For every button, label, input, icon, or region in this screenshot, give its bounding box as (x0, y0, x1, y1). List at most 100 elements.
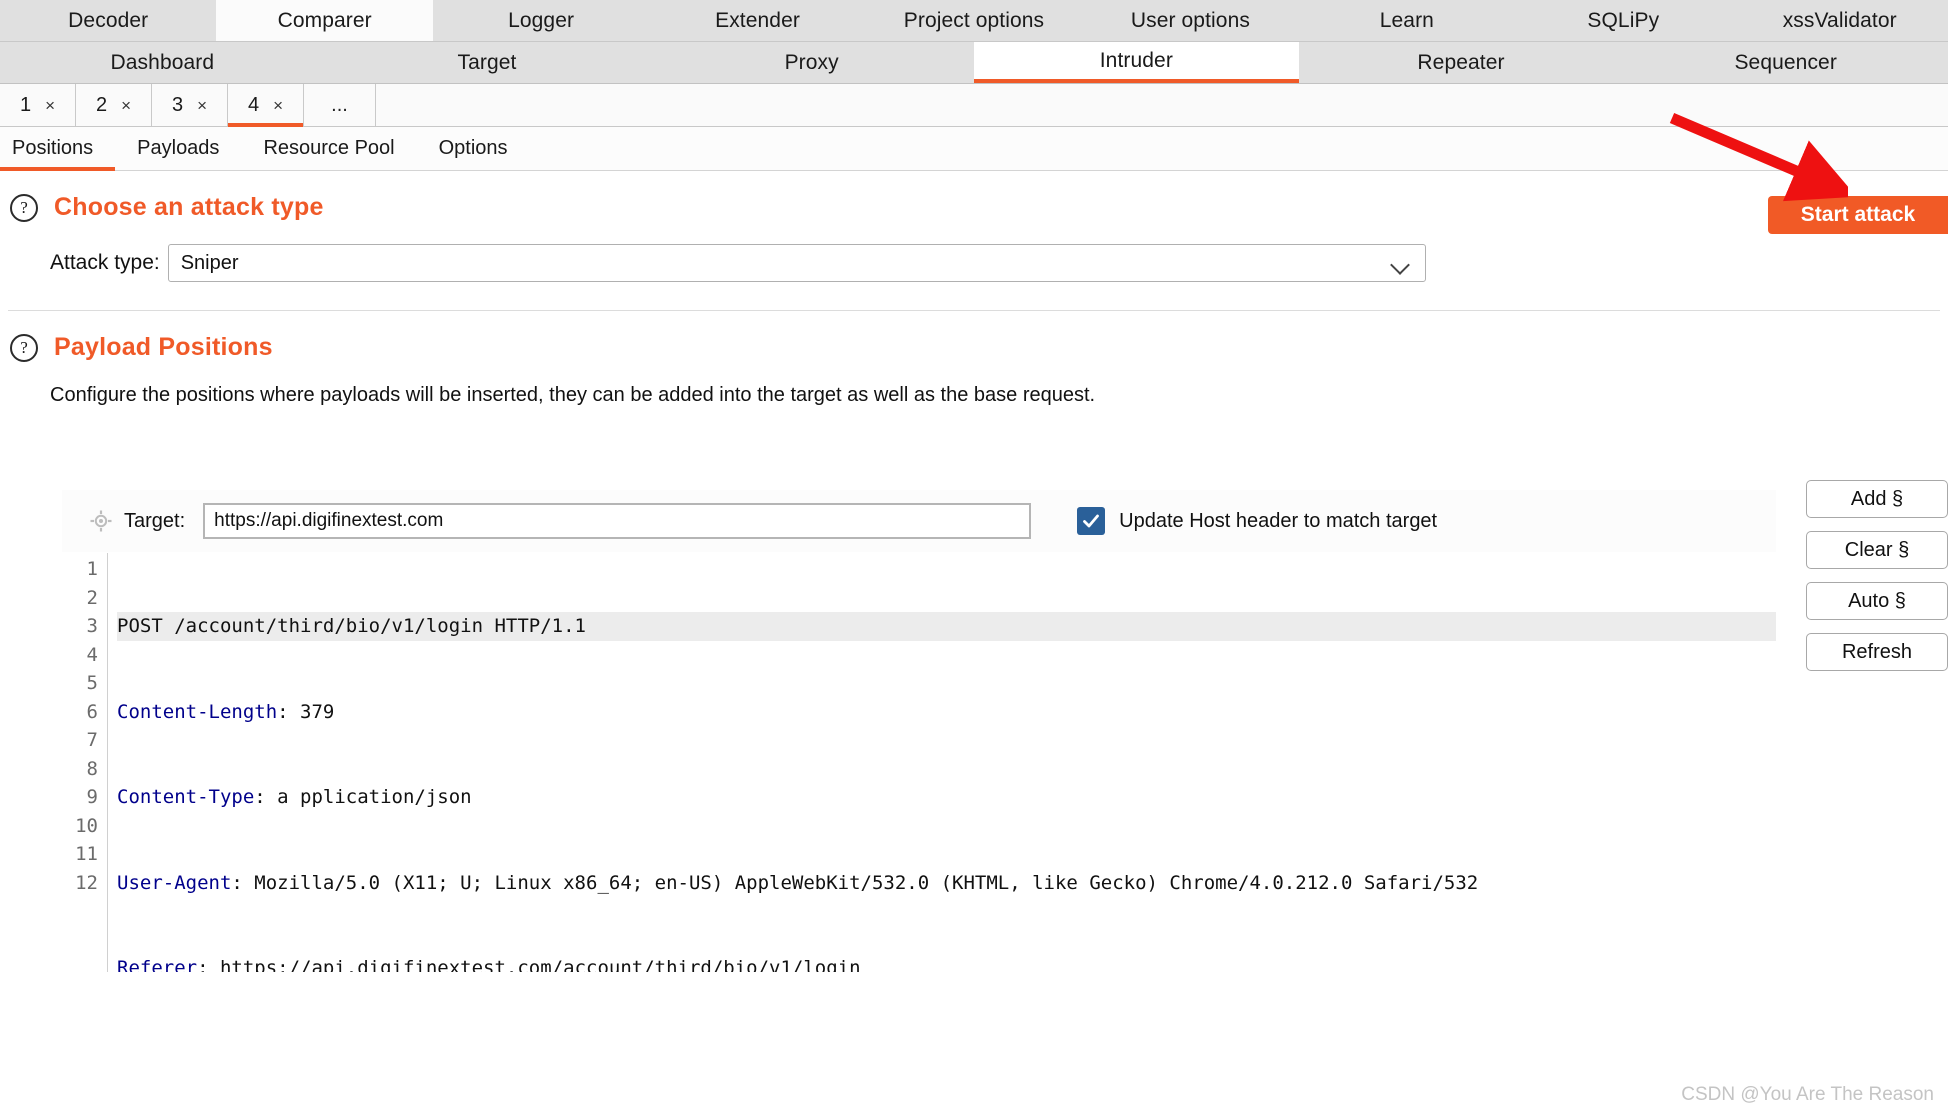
tab-payloads[interactable]: Payloads (115, 127, 241, 170)
intruder-sub-tab-bar: Positions Payloads Resource Pool Options (0, 127, 1948, 171)
tab-label: Resource Pool (263, 137, 395, 159)
menu-item-label: Proxy (784, 50, 839, 74)
menu-item-label: Sequencer (1734, 50, 1837, 74)
update-host-header-checkbox[interactable] (1077, 507, 1106, 535)
refresh-button[interactable]: Refresh (1806, 633, 1948, 671)
attack-tab-2[interactable]: 2 × (76, 84, 152, 126)
payload-positions-section-header: ? Payload Positions (0, 311, 1948, 362)
menu-item-extender[interactable]: Extender (649, 0, 865, 41)
menu-item-label: Repeater (1417, 50, 1505, 74)
header-name: Referer (117, 957, 198, 972)
line-number: 9 (86, 786, 98, 808)
menu-item-label: Learn (1379, 8, 1434, 32)
auto-payload-markers-button[interactable]: Auto § (1806, 582, 1948, 620)
menu-item-target[interactable]: Target (325, 42, 650, 83)
attack-tab-4[interactable]: 4 × (228, 84, 304, 127)
menu-item-project-options[interactable]: Project options (866, 0, 1082, 41)
attack-type-select[interactable]: Sniper (167, 244, 1426, 282)
code-text: POST /account/third/bio/v1/login HTTP/1.… (117, 615, 586, 637)
target-bar: Target: Update Host header to match targ… (62, 490, 1776, 552)
clear-payload-markers-button[interactable]: Clear § (1806, 531, 1948, 569)
menu-item-xssvalidator[interactable]: xssValidator (1732, 0, 1948, 41)
target-label: Target: (124, 509, 186, 532)
tab-resource-pool[interactable]: Resource Pool (241, 127, 416, 170)
close-icon[interactable]: × (273, 97, 283, 114)
attack-tab-1[interactable]: 1 × (0, 84, 76, 126)
line-number: 11 (75, 843, 98, 865)
header-value: : https://api.digifinextest.com/account/… (197, 957, 861, 972)
menu-item-learn[interactable]: Learn (1299, 0, 1515, 41)
menu-item-label: Logger (508, 8, 575, 32)
attack-tab-more-button[interactable]: ... (304, 84, 376, 126)
help-icon[interactable]: ? (10, 193, 38, 222)
menu-item-comparer[interactable]: Comparer (216, 0, 433, 41)
code-line: User-Agent: Mozilla/5.0 (X11; U; Linux x… (117, 869, 1776, 898)
attack-type-row: Attack type: Sniper (0, 222, 1948, 282)
target-input[interactable] (203, 503, 1032, 539)
header-name: Content-Type (117, 786, 255, 808)
attack-type-label: Attack type: (50, 251, 160, 274)
request-code[interactable]: POST /account/third/bio/v1/login HTTP/1.… (108, 553, 1776, 972)
line-number: 1 (86, 558, 98, 580)
close-icon[interactable]: × (197, 97, 207, 114)
line-number: 3 (86, 615, 98, 637)
menu-item-dashboard[interactable]: Dashboard (0, 42, 325, 83)
editor-left-strip (0, 490, 62, 1120)
menu-item-sequencer[interactable]: Sequencer (1623, 42, 1948, 83)
payload-positions-description: Configure the positions where payloads w… (50, 384, 1096, 406)
update-host-header-row: Update Host header to match target (1077, 507, 1437, 535)
line-number: 7 (86, 729, 98, 751)
update-host-header-label: Update Host header to match target (1119, 509, 1438, 532)
watermark: CSDN @You Are The Reason (1681, 1084, 1934, 1105)
tab-label: Positions (12, 137, 94, 159)
code-line: POST /account/third/bio/v1/login HTTP/1.… (117, 612, 1776, 641)
add-payload-marker-button[interactable]: Add § (1806, 480, 1948, 518)
menu-item-label: Decoder (68, 8, 149, 32)
line-number: 10 (75, 814, 98, 837)
menu-item-repeater[interactable]: Repeater (1299, 42, 1624, 83)
menu-item-intruder[interactable]: Intruder (974, 42, 1299, 83)
top-menu-row-secondary: Dashboard Target Proxy Intruder Repeater… (0, 42, 1948, 84)
line-number: 12 (75, 871, 98, 894)
attack-tab-label: 2 (95, 93, 108, 116)
header-value: : Mozilla/5.0 (X11; U; Linux x86_64; en-… (231, 871, 1479, 894)
code-line: Content-Type: a pplication/json (117, 783, 1776, 812)
menu-item-user-options[interactable]: User options (1082, 0, 1298, 41)
position-action-buttons: Add § Clear § Auto § Refresh (1806, 480, 1948, 671)
menu-item-proxy[interactable]: Proxy (649, 42, 974, 83)
menu-item-label: xssValidator (1782, 8, 1897, 32)
section-title-attack-type: Choose an attack type (54, 193, 324, 221)
close-icon[interactable]: × (121, 97, 131, 114)
tab-options[interactable]: Options (417, 127, 530, 170)
start-attack-button[interactable]: Start attack (1768, 196, 1948, 234)
header-value: : a pplication/json (254, 786, 472, 808)
close-icon[interactable]: × (45, 97, 55, 114)
code-line: Content-Length: 379 (117, 698, 1776, 727)
attack-tab-bar: 1 × 2 × 3 × 4 × ... (0, 84, 1948, 127)
line-number-gutter: 1 2 3 4 5 6 7 8 9 10 11 12 (62, 553, 108, 972)
menu-item-logger[interactable]: Logger (433, 0, 649, 41)
header-name: Content-Length (117, 700, 278, 723)
tab-positions[interactable]: Positions (0, 127, 116, 171)
line-number: 8 (86, 757, 98, 780)
top-menu-row-primary: Decoder Comparer Logger Extender Project… (0, 0, 1948, 42)
menu-item-label: Project options (903, 8, 1045, 32)
menu-item-label: SQLiPy (1587, 8, 1660, 32)
menu-item-label: User options (1130, 8, 1250, 32)
chevron-down-icon (1391, 258, 1411, 269)
menu-item-label: Dashboard (110, 50, 215, 74)
line-number: 6 (86, 700, 98, 723)
gear-icon[interactable] (90, 510, 112, 532)
menu-item-sqlipy[interactable]: SQLiPy (1515, 0, 1731, 41)
code-line: Referer: https://api.digifinextest.com/a… (117, 954, 1776, 972)
menu-item-decoder[interactable]: Decoder (0, 0, 216, 41)
help-icon[interactable]: ? (10, 333, 38, 362)
line-number: 4 (86, 643, 98, 666)
line-number: 5 (86, 672, 98, 694)
line-number: 2 (86, 586, 98, 609)
section-title-payload-positions: Payload Positions (54, 333, 273, 361)
header-name: User-Agent (117, 871, 232, 894)
attack-tab-3[interactable]: 3 × (152, 84, 228, 126)
request-editor[interactable]: 1 2 3 4 5 6 7 8 9 10 11 12 POST /account… (62, 552, 1776, 972)
menu-item-label: Extender (715, 8, 800, 32)
